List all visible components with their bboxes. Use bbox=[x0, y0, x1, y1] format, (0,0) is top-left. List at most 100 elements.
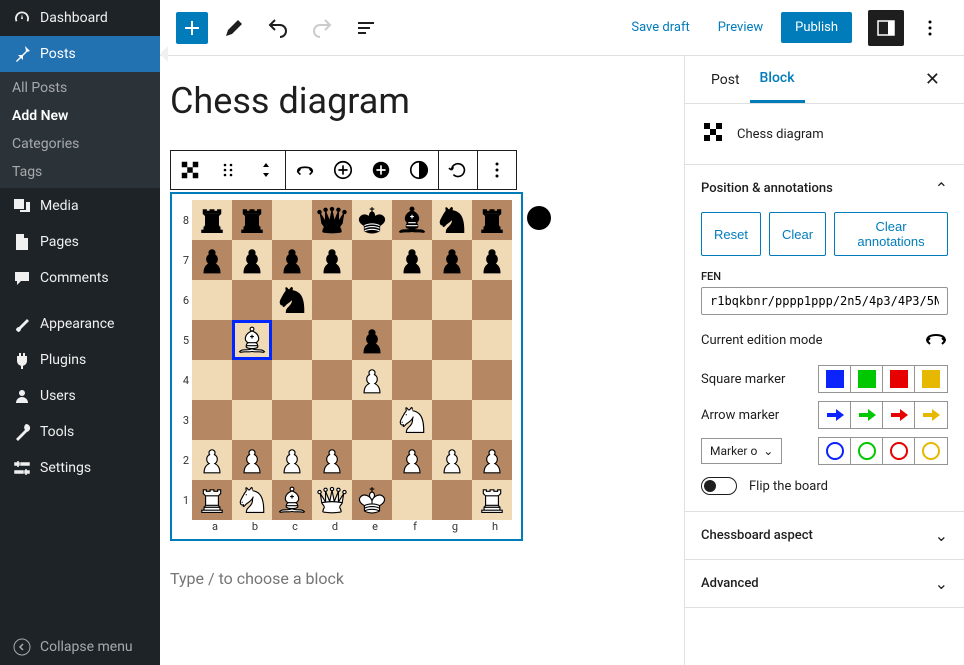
square-g8[interactable] bbox=[432, 200, 472, 240]
piece-wN[interactable] bbox=[235, 483, 269, 517]
arrow-yellow[interactable] bbox=[915, 402, 947, 428]
sidebar-item-plugins[interactable]: Plugins bbox=[0, 342, 160, 378]
square-a8[interactable] bbox=[192, 200, 232, 240]
square-e8[interactable] bbox=[352, 200, 392, 240]
square-h2[interactable] bbox=[472, 440, 512, 480]
square-b1[interactable] bbox=[232, 480, 272, 520]
square-c6[interactable] bbox=[272, 280, 312, 320]
drag-handle-button[interactable] bbox=[209, 151, 247, 189]
piece-bN[interactable] bbox=[435, 203, 469, 237]
fen-input[interactable] bbox=[701, 287, 948, 315]
piece-wP[interactable] bbox=[195, 443, 229, 477]
square-c2[interactable] bbox=[272, 440, 312, 480]
sidebar-subitem-tags[interactable]: Tags bbox=[0, 158, 160, 186]
panel-title-advanced[interactable]: Advanced ⌄ bbox=[685, 560, 964, 607]
square-e3[interactable] bbox=[352, 400, 392, 440]
sidebar-item-posts[interactable]: Posts bbox=[0, 36, 160, 72]
arrow-green[interactable] bbox=[851, 402, 883, 428]
square-h3[interactable] bbox=[472, 400, 512, 440]
document-outline-button[interactable] bbox=[348, 10, 384, 46]
swatch-blue[interactable] bbox=[819, 366, 851, 392]
square-c3[interactable] bbox=[272, 400, 312, 440]
circle-green[interactable] bbox=[851, 438, 883, 464]
piece-bB[interactable] bbox=[395, 203, 429, 237]
square-d7[interactable] bbox=[312, 240, 352, 280]
move-block-button[interactable] bbox=[247, 151, 285, 189]
square-d1[interactable] bbox=[312, 480, 352, 520]
square-h5[interactable] bbox=[472, 320, 512, 360]
piece-wR[interactable] bbox=[475, 483, 509, 517]
sidebar-collapse-button[interactable]: Collapse menu bbox=[0, 629, 160, 665]
clear-button[interactable]: Clear bbox=[769, 212, 826, 256]
square-e1[interactable] bbox=[352, 480, 392, 520]
sidebar-subitem-all-posts[interactable]: All Posts bbox=[0, 74, 160, 102]
square-a5[interactable] bbox=[192, 320, 232, 360]
redo-button[interactable] bbox=[304, 10, 340, 46]
square-d8[interactable] bbox=[312, 200, 352, 240]
piece-bP[interactable] bbox=[355, 323, 389, 357]
square-b7[interactable] bbox=[232, 240, 272, 280]
rotate-board-button[interactable] bbox=[439, 151, 477, 189]
square-g4[interactable] bbox=[432, 360, 472, 400]
piece-wP[interactable] bbox=[235, 443, 269, 477]
circle-red[interactable] bbox=[883, 438, 915, 464]
tab-block[interactable]: Block bbox=[750, 56, 805, 103]
piece-bP[interactable] bbox=[395, 243, 429, 277]
sidebar-item-pages[interactable]: Pages bbox=[0, 224, 160, 260]
undo-button[interactable] bbox=[260, 10, 296, 46]
square-h6[interactable] bbox=[472, 280, 512, 320]
preview-button[interactable]: Preview bbox=[708, 14, 773, 41]
editor-canvas[interactable]: Chess diagram bbox=[160, 56, 684, 665]
square-b8[interactable] bbox=[232, 200, 272, 240]
marker-select[interactable]: Marker o ⌄ bbox=[701, 438, 782, 464]
square-a1[interactable] bbox=[192, 480, 232, 520]
block-type-button[interactable] bbox=[171, 151, 209, 189]
square-h1[interactable] bbox=[472, 480, 512, 520]
piece-bR[interactable] bbox=[475, 203, 509, 237]
tab-post[interactable]: Post bbox=[701, 58, 750, 102]
chess-diagram-block[interactable]: 8 bbox=[170, 192, 523, 541]
square-f8[interactable] bbox=[392, 200, 432, 240]
piece-bP[interactable] bbox=[275, 243, 309, 277]
square-c5[interactable] bbox=[272, 320, 312, 360]
block-more-button[interactable] bbox=[478, 151, 516, 189]
swatch-yellow[interactable] bbox=[915, 366, 947, 392]
piece-bP[interactable] bbox=[435, 243, 469, 277]
square-h8[interactable] bbox=[472, 200, 512, 240]
piece-wP[interactable] bbox=[355, 363, 389, 397]
piece-wB[interactable] bbox=[275, 483, 309, 517]
square-f5[interactable] bbox=[392, 320, 432, 360]
save-draft-button[interactable]: Save draft bbox=[621, 14, 699, 41]
square-b3[interactable] bbox=[232, 400, 272, 440]
square-e5[interactable] bbox=[352, 320, 392, 360]
sidebar-subitem-add-new[interactable]: Add New bbox=[0, 102, 160, 130]
square-d4[interactable] bbox=[312, 360, 352, 400]
reset-button[interactable]: Reset bbox=[701, 212, 761, 256]
square-f7[interactable] bbox=[392, 240, 432, 280]
square-a2[interactable] bbox=[192, 440, 232, 480]
arrow-red[interactable] bbox=[883, 402, 915, 428]
close-settings-button[interactable]: ✕ bbox=[917, 61, 948, 98]
square-h7[interactable] bbox=[472, 240, 512, 280]
chessboard[interactable]: 8 bbox=[178, 200, 515, 533]
clear-annotations-button[interactable]: Clear annotations bbox=[834, 212, 948, 256]
piece-wP[interactable] bbox=[395, 443, 429, 477]
square-b5[interactable] bbox=[232, 320, 272, 360]
square-g1[interactable] bbox=[432, 480, 472, 520]
swatch-red[interactable] bbox=[883, 366, 915, 392]
sidebar-item-media[interactable]: Media bbox=[0, 188, 160, 224]
piece-wP[interactable] bbox=[435, 443, 469, 477]
add-piece-button[interactable] bbox=[324, 151, 362, 189]
square-c8[interactable] bbox=[272, 200, 312, 240]
square-a7[interactable] bbox=[192, 240, 232, 280]
add-block-button[interactable] bbox=[176, 12, 208, 44]
square-d6[interactable] bbox=[312, 280, 352, 320]
piece-bP[interactable] bbox=[315, 243, 349, 277]
post-title[interactable]: Chess diagram bbox=[170, 80, 674, 122]
square-h4[interactable] bbox=[472, 360, 512, 400]
piece-wQ[interactable] bbox=[315, 483, 349, 517]
sidebar-subitem-categories[interactable]: Categories bbox=[0, 130, 160, 158]
piece-bP[interactable] bbox=[475, 243, 509, 277]
piece-bP[interactable] bbox=[235, 243, 269, 277]
sidebar-item-comments[interactable]: Comments bbox=[0, 260, 160, 296]
